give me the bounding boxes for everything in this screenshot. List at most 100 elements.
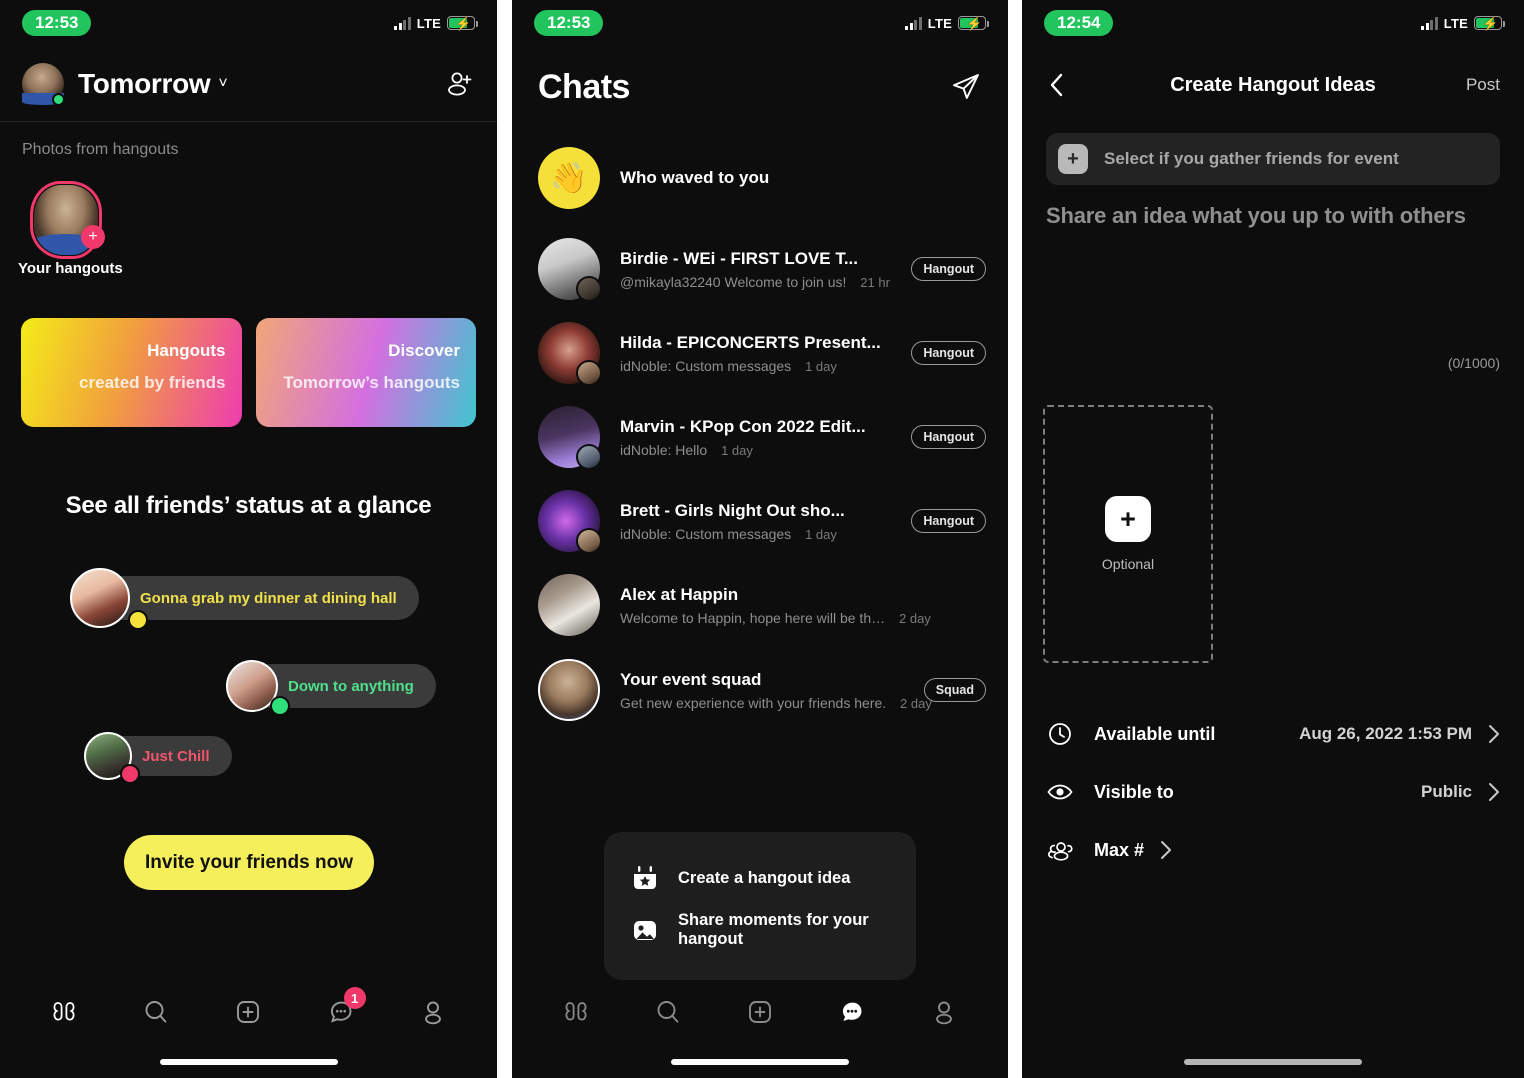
chats-badge: 1	[343, 987, 366, 1009]
nav-item-home[interactable]	[553, 989, 599, 1035]
network-label: LTE	[416, 15, 441, 31]
gather-friends-field[interactable]: + Select if you gather friends for event	[1046, 133, 1500, 185]
hangouts-card[interactable]: Hangouts created by friends	[21, 318, 242, 427]
status-bubble-1[interactable]: Gonna grab my dinner at dining hall	[70, 568, 419, 630]
option-value: Public	[1420, 782, 1472, 801]
chat-time: 2 day	[899, 610, 931, 626]
option-label: Visible to	[1094, 781, 1174, 802]
promo-cards: Hangouts created by friends Discover Tom…	[21, 318, 476, 427]
status-indicators: LTE ⚡	[394, 15, 478, 31]
paper-plane-icon[interactable]	[950, 70, 982, 102]
chat-time: 21 hr	[860, 274, 890, 290]
option-row-max-number[interactable]: Max #	[1046, 821, 1500, 879]
chat-row[interactable]: Your event squad Get new experience with…	[538, 655, 986, 725]
photo-icon	[630, 915, 660, 945]
nav-item-search[interactable]	[133, 989, 179, 1035]
nav-item-chats[interactable]: 1	[318, 987, 366, 1035]
create-nav-bar: Create Hangout Ideas Post	[1022, 58, 1524, 112]
chat-preview: idNoble: Custom messages 1 day	[620, 358, 901, 374]
calendar-star-icon	[630, 863, 660, 893]
status-bubble-3[interactable]: Just Chill	[84, 732, 232, 784]
chevron-right-icon[interactable]	[1160, 840, 1172, 860]
status-bar: 12:53 LTE ⚡	[512, 0, 1008, 46]
chat-row[interactable]: Brett - Girls Night Out sho... idNoble: …	[538, 486, 986, 556]
chat-tag: Hangout	[911, 257, 986, 281]
chat-tag: Hangout	[911, 341, 986, 365]
chat-preview: Get new experience with your friends her…	[620, 695, 932, 711]
idea-textarea-placeholder[interactable]: Share an idea what you up to with others	[1046, 203, 1500, 229]
your-hangouts-caption: Your hangouts	[18, 260, 123, 277]
home-indicator	[159, 1059, 338, 1065]
chat-tag: Squad	[923, 678, 986, 702]
post-button[interactable]: Post	[1466, 75, 1500, 95]
chat-row[interactable]: Alex at Happin Welcome to Happin, hope h…	[538, 570, 986, 640]
nav-item-create[interactable]	[737, 989, 783, 1035]
nav-item-chats[interactable]	[829, 989, 875, 1035]
hangouts-card-subtitle: created by friends	[79, 373, 226, 393]
chat-time: 1 day	[805, 358, 837, 374]
plus-icon: +	[1058, 144, 1088, 174]
who-waved-row[interactable]: 👋 Who waved to you	[538, 143, 986, 213]
status-bar: 12:54 LTE ⚡	[1022, 0, 1524, 46]
nav-item-create[interactable]	[225, 989, 271, 1035]
option-row-visible-to[interactable]: Visible to Public	[1046, 763, 1500, 821]
chat-row[interactable]: Marvin - KPop Con 2022 Edit... idNoble: …	[538, 402, 986, 472]
chevron-down-icon[interactable]: ˅	[218, 75, 227, 93]
plus-icon[interactable]: +	[1105, 496, 1151, 542]
chat-name: Alex at Happin	[620, 584, 739, 604]
status-dot-1	[128, 610, 148, 630]
chevron-right-icon[interactable]	[1488, 782, 1500, 802]
status-clock: 12:54	[1044, 10, 1114, 36]
signal-bars-icon	[1421, 16, 1438, 30]
discover-card[interactable]: Discover Tomorrow’s hangouts	[255, 318, 476, 427]
media-upload-dropzone[interactable]: + Optional	[1043, 405, 1213, 663]
status-bubble-1-text: Gonna grab my dinner at dining hall	[102, 576, 419, 620]
status-bubble-2[interactable]: Down to anything	[226, 660, 436, 716]
chat-preview: Welcome to Happin, hope here will be th……	[620, 610, 986, 626]
page-title: Chats	[538, 68, 630, 106]
nav-item-profile[interactable]	[410, 989, 456, 1035]
add-friend-icon[interactable]	[445, 69, 475, 99]
discover-card-subtitle: Tomorrow’s hangouts	[283, 373, 460, 393]
status-bar: 12:53 LTE ⚡	[0, 0, 497, 46]
option-row-available-until[interactable]: Available until Aug 26, 2022 1:53 PM	[1046, 705, 1500, 763]
chat-avatar	[538, 659, 600, 721]
network-label: LTE	[927, 15, 952, 31]
signal-bars-icon	[394, 16, 411, 30]
discover-card-title: Discover	[388, 341, 460, 360]
eye-icon	[1046, 778, 1074, 806]
nav-item-profile[interactable]	[921, 989, 967, 1035]
chevron-right-icon[interactable]	[1488, 724, 1500, 744]
media-optional-label: Optional	[1101, 556, 1155, 572]
nav-item-search[interactable]	[645, 989, 691, 1035]
chat-preview: idNoble: Custom messages 1 day	[620, 526, 901, 542]
panel-create-hangout-screen: 12:54 LTE ⚡ Create Hangout Ideas Post + …	[1022, 0, 1524, 1078]
online-status-dot	[52, 92, 65, 106]
hangouts-card-title: Hangouts	[147, 341, 226, 360]
chat-name: Hilda - EPICONCERTS Present...	[620, 332, 881, 352]
gather-friends-placeholder: Select if you gather friends for event	[1104, 149, 1399, 168]
chat-avatar	[538, 322, 602, 386]
page-title: Tomorrow	[78, 67, 211, 99]
chat-avatar	[538, 238, 602, 302]
avatar[interactable]	[22, 62, 65, 106]
chat-avatar	[538, 490, 602, 554]
chat-row[interactable]: Birdie - WEi - FIRST LOVE T... @mikayla3…	[538, 234, 986, 304]
sheet-item-create-hangout-idea[interactable]: Create a hangout idea	[604, 854, 916, 902]
glance-heading: See all friends’ status at a glance	[65, 492, 432, 519]
sheet-item-share-moments[interactable]: Share moments for your hangout	[604, 902, 916, 958]
chat-tag: Hangout	[911, 509, 986, 533]
option-label: Max #	[1094, 839, 1145, 860]
photos-section-label: Photos from hangouts	[22, 141, 179, 158]
nav-item-home[interactable]	[41, 989, 87, 1035]
option-label: Available until	[1094, 723, 1216, 744]
your-hangouts-thumbnail[interactable]: +	[30, 181, 105, 259]
friend-avatar-1	[70, 568, 130, 628]
plus-icon[interactable]: +	[81, 225, 105, 249]
chat-preview-text: idNoble: Custom messages	[620, 357, 792, 374]
battery-charging-icon: ⚡	[958, 16, 989, 31]
invite-friends-button[interactable]: Invite your friends now	[124, 835, 374, 890]
chat-preview: idNoble: Hello 1 day	[620, 442, 901, 458]
chat-name: Birdie - WEi - FIRST LOVE T...	[620, 248, 859, 268]
chat-row[interactable]: Hilda - EPICONCERTS Present... idNoble: …	[538, 318, 986, 388]
